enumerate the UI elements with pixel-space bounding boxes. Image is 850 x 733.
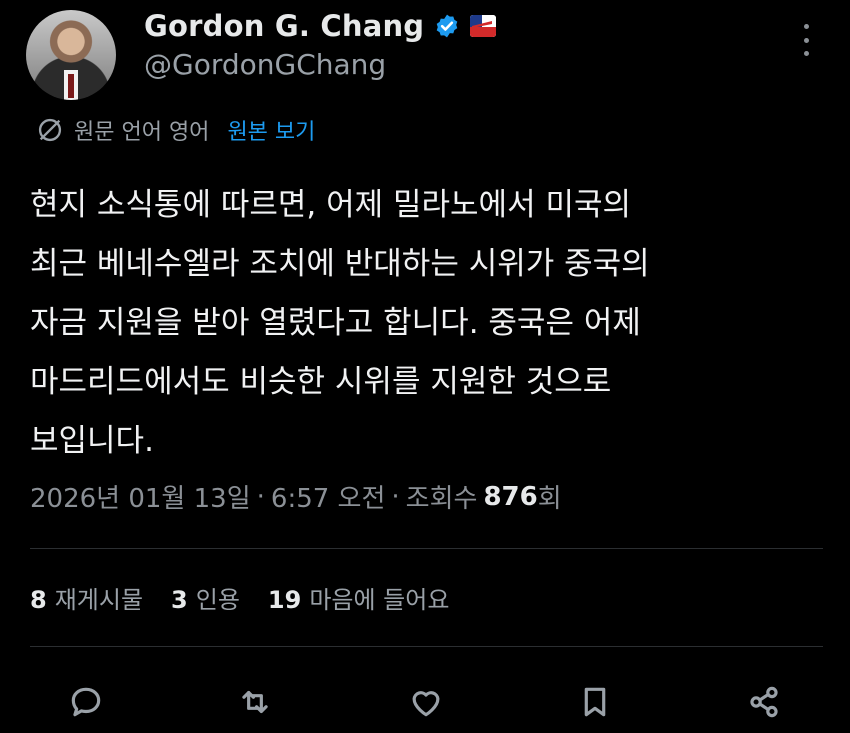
action-bar [0, 672, 850, 732]
avatar-tie [68, 74, 74, 98]
more-dot [803, 24, 809, 29]
reply-icon [71, 687, 101, 717]
reposts-stat[interactable]: 8 재게시물 [30, 580, 143, 615]
show-original-link[interactable]: 원본 보기 [227, 114, 315, 146]
like-button[interactable] [404, 682, 448, 722]
tweet-time[interactable]: 6:57 오전 [271, 478, 386, 515]
bookmark-icon [584, 687, 606, 717]
share-button[interactable] [742, 682, 786, 722]
author-name-row: Gordon G. Chang [144, 6, 497, 46]
tweet-meta: 2026년 01월 13일 · 6:57 오전 · 조회수 876 회 [30, 478, 562, 515]
verified-badge-icon [436, 14, 458, 38]
divider [30, 548, 823, 549]
quotes-label: 인용 [195, 586, 240, 614]
meta-separator: · [256, 481, 265, 512]
views-label: 조회수 [405, 484, 478, 514]
likes-count: 19 [267, 586, 302, 614]
views-suffix: 회 [537, 484, 562, 514]
translation-label: 원문 언어 영어 [74, 120, 210, 145]
avatar[interactable] [26, 10, 116, 100]
repost-icon [242, 690, 268, 714]
reply-button[interactable] [64, 682, 108, 722]
author-handle[interactable]: @GordonGChang [144, 48, 386, 81]
repost-button[interactable] [233, 682, 277, 722]
bookmark-button[interactable] [573, 682, 617, 722]
likes-label: 마음에 들어요 [309, 586, 450, 614]
tweet-date[interactable]: 2026년 01월 13일 [30, 478, 251, 515]
more-options-icon[interactable] [796, 22, 816, 58]
quotes-stat[interactable]: 3 인용 [171, 580, 240, 615]
likes-stat[interactable]: 19 마음에 들어요 [268, 580, 450, 615]
quotes-count: 3 [171, 586, 188, 614]
engagement-stats: 8 재게시물 3 인용 19 마음에 들어요 [30, 580, 449, 615]
more-dot [803, 51, 809, 56]
display-name[interactable]: Gordon G. Chang [144, 9, 424, 43]
divider [30, 646, 823, 647]
like-icon [412, 691, 440, 717]
flag-graphic [470, 15, 497, 37]
tweet-text: 현지 소식통에 따르면, 어제 밀라노에서 미국의 최근 베네수엘라 조치에 반… [30, 187, 650, 459]
translation-bar: 원문 언어 영어 원본 보기 [36, 112, 315, 148]
translate-icon [38, 118, 62, 142]
reposts-label: 재게시물 [54, 586, 144, 614]
views-count: 876 [483, 481, 538, 512]
more-dot [803, 37, 809, 43]
affiliation-flag-icon[interactable] [470, 15, 497, 37]
meta-separator: · [391, 481, 400, 512]
share-icon [750, 686, 778, 718]
reposts-count: 8 [30, 586, 47, 614]
